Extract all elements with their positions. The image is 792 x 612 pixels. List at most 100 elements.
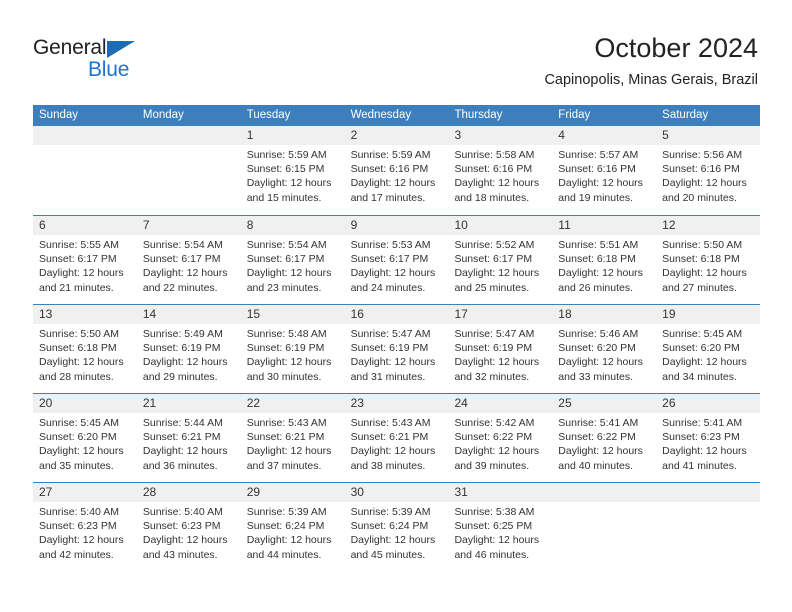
sunrise-text: Sunrise: 5:47 AM — [454, 328, 535, 340]
calendar-day-cell[interactable]: 20 Sunrise: 5:45 AM Sunset: 6:20 PM Dayligh… — [33, 394, 137, 482]
generalblue-logo[interactable]: General Blue — [33, 36, 173, 84]
calendar-day-number: 23 — [344, 394, 449, 413]
daylight-text-line2: and 20 minutes. — [662, 191, 737, 204]
sunset-text: Sunset: 6:16 PM — [454, 163, 533, 176]
calendar-day-cell[interactable]: 25 Sunrise: 5:41 AM Sunset: 6:22 PM Dayligh… — [552, 394, 657, 482]
calendar-day-cell[interactable]: 10 Sunrise: 5:52 AM Sunset: 6:17 PM Dayligh… — [448, 216, 553, 304]
sunrise-text: Sunrise: 5:43 AM — [350, 417, 431, 429]
daylight-text-line1: Daylight: 12 hours — [246, 534, 332, 547]
logo-text-general: General — [33, 36, 107, 59]
daylight-text-line1: Daylight: 12 hours — [350, 445, 436, 458]
calendar-day-number — [33, 126, 137, 145]
calendar-day-number: 25 — [552, 394, 657, 413]
calendar-day-cell[interactable]: 5 Sunrise: 5:56 AM Sunset: 6:16 PM Daylight… — [656, 126, 761, 215]
sunset-text: Sunset: 6:24 PM — [350, 520, 429, 533]
sunrise-text: Sunrise: 5:56 AM — [662, 149, 743, 161]
daylight-text-line1: Daylight: 12 hours — [142, 267, 228, 280]
calendar-day-number: 17 — [448, 305, 553, 324]
sunrise-text: Sunrise: 5:38 AM — [454, 506, 535, 518]
calendar-day-number: 31 — [448, 483, 553, 502]
daylight-text-line2: and 46 minutes. — [454, 548, 530, 561]
sunset-text: Sunset: 6:24 PM — [246, 520, 325, 533]
calendar-day-number — [136, 126, 241, 145]
sun-info: Sunrise: 5:40 AM Sunset: 6:23 PM Daylight:… — [33, 502, 137, 562]
calendar-grid: Sunday Monday Tuesday Wednesday Thursday… — [33, 105, 761, 571]
sunrise-text: Sunrise: 5:39 AM — [246, 506, 327, 518]
calendar-day-number: 7 — [136, 216, 241, 235]
calendar-day-cell[interactable]: 16 Sunrise: 5:47 AM Sunset: 6:19 PM Dayligh… — [344, 305, 449, 393]
logo-text-blue: Blue — [88, 58, 130, 81]
daylight-text-line2: and 29 minutes. — [142, 370, 218, 383]
calendar-day-cell[interactable]: 27 Sunrise: 5:40 AM Sunset: 6:23 PM Dayligh… — [33, 483, 137, 571]
daylight-text-line1: Daylight: 12 hours — [142, 356, 228, 369]
calendar-week-row: 20 Sunrise: 5:45 AM Sunset: 6:20 PM Dayligh… — [33, 393, 761, 482]
calendar-day-cell[interactable]: 7 Sunrise: 5:54 AM Sunset: 6:17 PM Daylight… — [136, 216, 241, 304]
calendar-day-cell[interactable]: 18 Sunrise: 5:46 AM Sunset: 6:20 PM Dayligh… — [552, 305, 657, 393]
daylight-text-line1: Daylight: 12 hours — [454, 445, 540, 458]
calendar-day-number: 14 — [136, 305, 241, 324]
sunrise-text: Sunrise: 5:44 AM — [142, 417, 223, 429]
calendar-day-number: 27 — [33, 483, 137, 502]
daylight-text-line2: and 45 minutes. — [350, 548, 426, 561]
daylight-text-line1: Daylight: 12 hours — [350, 267, 436, 280]
calendar-day-cell[interactable]: 1 Sunrise: 5:59 AM Sunset: 6:15 PM Daylight… — [240, 126, 345, 215]
sunset-text: Sunset: 6:18 PM — [39, 342, 117, 355]
sunrise-text: Sunrise: 5:53 AM — [350, 239, 431, 251]
sunset-text: Sunset: 6:19 PM — [454, 342, 533, 355]
sunrise-text: Sunrise: 5:59 AM — [350, 149, 431, 161]
daylight-text-line2: and 37 minutes. — [246, 459, 322, 472]
calendar-day-cell[interactable]: 4 Sunrise: 5:57 AM Sunset: 6:16 PM Daylight… — [552, 126, 657, 215]
sunrise-text: Sunrise: 5:54 AM — [246, 239, 327, 251]
calendar-day-cell[interactable]: 26 Sunrise: 5:41 AM Sunset: 6:23 PM Dayligh… — [656, 394, 761, 482]
sunset-text: Sunset: 6:22 PM — [454, 431, 533, 444]
calendar-day-cell[interactable]: 2 Sunrise: 5:59 AM Sunset: 6:16 PM Daylight… — [344, 126, 449, 215]
calendar-day-cell[interactable]: 31 Sunrise: 5:38 AM Sunset: 6:25 PM Dayligh… — [448, 483, 553, 571]
daylight-text-line1: Daylight: 12 hours — [350, 534, 436, 547]
sunrise-text: Sunrise: 5:39 AM — [350, 506, 431, 518]
calendar-day-cell[interactable]: 9 Sunrise: 5:53 AM Sunset: 6:17 PM Daylight… — [344, 216, 449, 304]
daylight-text-line1: Daylight: 12 hours — [662, 177, 747, 190]
daylight-text-line1: Daylight: 12 hours — [662, 356, 747, 369]
calendar-day-cell[interactable]: 15 Sunrise: 5:48 AM Sunset: 6:19 PM Dayligh… — [240, 305, 345, 393]
sun-info: Sunrise: 5:43 AM Sunset: 6:21 PM Daylight:… — [241, 413, 345, 473]
calendar-day-number: 30 — [344, 483, 449, 502]
calendar-day-cell[interactable]: 12 Sunrise: 5:50 AM Sunset: 6:18 PM Dayligh… — [656, 216, 761, 304]
calendar-week-row: 27 Sunrise: 5:40 AM Sunset: 6:23 PM Dayligh… — [33, 482, 761, 571]
calendar-day-number: 1 — [240, 126, 345, 145]
calendar-day-cell[interactable]: 22 Sunrise: 5:43 AM Sunset: 6:21 PM Dayligh… — [240, 394, 345, 482]
daylight-text-line1: Daylight: 12 hours — [142, 534, 228, 547]
daylight-text-line1: Daylight: 12 hours — [39, 534, 124, 547]
calendar-day-cell[interactable]: 30 Sunrise: 5:39 AM Sunset: 6:24 PM Dayligh… — [344, 483, 449, 571]
calendar-day-number: 19 — [656, 305, 761, 324]
calendar-day-cell[interactable]: 11 Sunrise: 5:51 AM Sunset: 6:18 PM Dayligh… — [552, 216, 657, 304]
calendar-day-cell[interactable]: 14 Sunrise: 5:49 AM Sunset: 6:19 PM Dayligh… — [136, 305, 241, 393]
daylight-text-line2: and 15 minutes. — [246, 191, 322, 204]
daylight-text-line2: and 32 minutes. — [454, 370, 530, 383]
calendar-day-cell[interactable]: 13 Sunrise: 5:50 AM Sunset: 6:18 PM Dayligh… — [33, 305, 137, 393]
daylight-text-line1: Daylight: 12 hours — [454, 267, 540, 280]
calendar-day-cell[interactable]: 29 Sunrise: 5:39 AM Sunset: 6:24 PM Dayligh… — [240, 483, 345, 571]
calendar-day-cell[interactable]: 6 Sunrise: 5:55 AM Sunset: 6:17 PM Daylight… — [33, 216, 137, 304]
sunset-text: Sunset: 6:15 PM — [246, 163, 325, 176]
sun-info: Sunrise: 5:41 AM Sunset: 6:23 PM Daylight:… — [656, 413, 760, 473]
calendar-day-cell[interactable]: 21 Sunrise: 5:44 AM Sunset: 6:21 PM Dayligh… — [136, 394, 241, 482]
weekday-header-saturday: Saturday — [662, 109, 709, 121]
calendar-day-number: 16 — [344, 305, 449, 324]
calendar-day-cell[interactable]: 19 Sunrise: 5:45 AM Sunset: 6:20 PM Dayligh… — [656, 305, 761, 393]
daylight-text-line2: and 30 minutes. — [246, 370, 322, 383]
calendar-day-cell[interactable]: 8 Sunrise: 5:54 AM Sunset: 6:17 PM Daylight… — [240, 216, 345, 304]
weekday-header-sunday: Sunday — [39, 109, 79, 121]
title-block: October 2024 Capinopolis, Minas Gerais, … — [544, 32, 758, 90]
daylight-text-line2: and 19 minutes. — [558, 191, 634, 204]
calendar-day-number: 20 — [33, 394, 137, 413]
calendar-day-cell[interactable]: 3 Sunrise: 5:58 AM Sunset: 6:16 PM Daylight… — [448, 126, 553, 215]
calendar-day-cell[interactable]: 17 Sunrise: 5:47 AM Sunset: 6:19 PM Dayligh… — [448, 305, 553, 393]
sunrise-text: Sunrise: 5:51 AM — [558, 239, 639, 251]
sunset-text: Sunset: 6:17 PM — [39, 253, 117, 266]
daylight-text-line2: and 40 minutes. — [558, 459, 634, 472]
daylight-text-line1: Daylight: 12 hours — [454, 534, 540, 547]
sun-info: Sunrise: 5:50 AM Sunset: 6:18 PM Daylight:… — [656, 235, 760, 295]
calendar-day-cell[interactable]: 24 Sunrise: 5:42 AM Sunset: 6:22 PM Dayligh… — [448, 394, 553, 482]
calendar-day-cell[interactable]: 23 Sunrise: 5:43 AM Sunset: 6:21 PM Dayligh… — [344, 394, 449, 482]
calendar-day-cell[interactable]: 28 Sunrise: 5:40 AM Sunset: 6:23 PM Dayligh… — [136, 483, 241, 571]
